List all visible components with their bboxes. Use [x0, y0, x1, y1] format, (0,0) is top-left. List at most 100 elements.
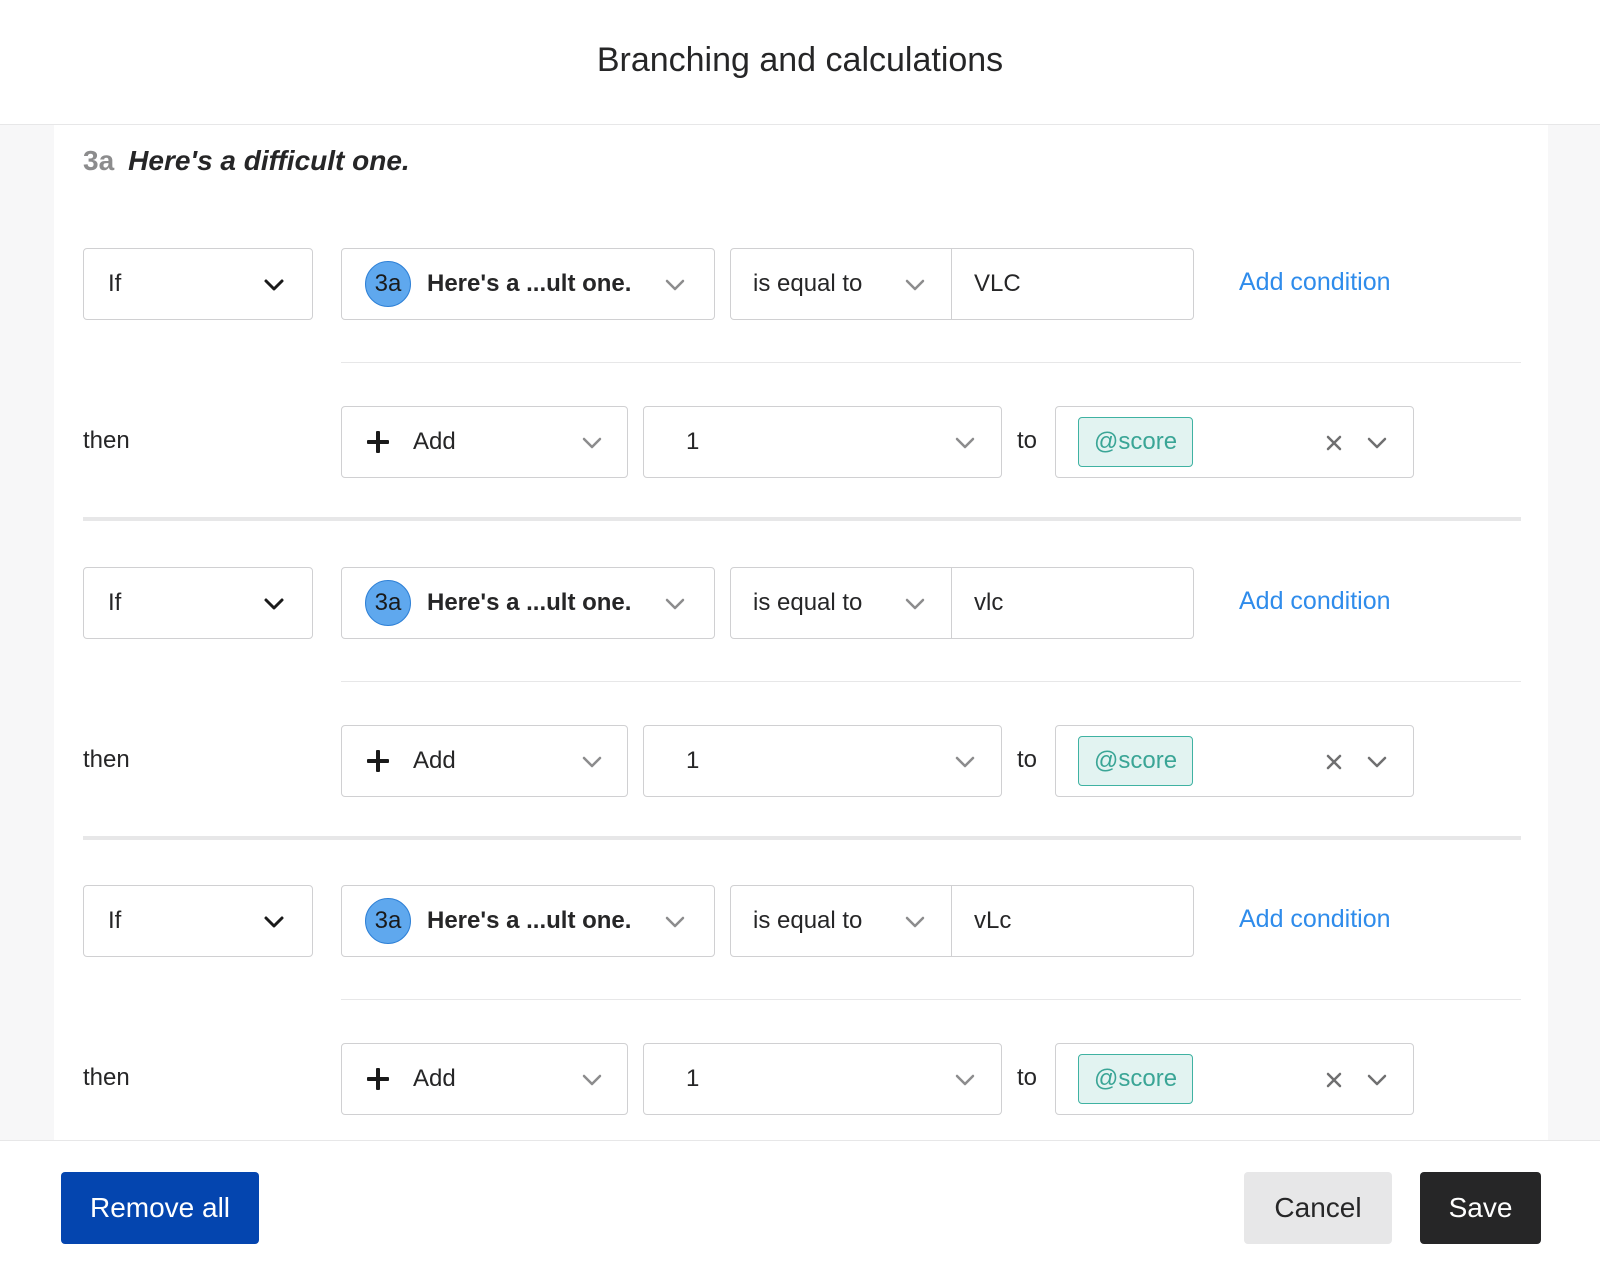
amount-select[interactable]: 1	[643, 725, 1002, 797]
then-row: then Add 1 to @score	[54, 406, 1548, 478]
question-select[interactable]: 3a Here's a ...ult one.	[341, 885, 715, 957]
question-select-label: Here's a ...ult one.	[427, 270, 632, 297]
question-badge: 3a	[365, 580, 411, 626]
amount-label: 1	[686, 1065, 700, 1092]
value-text: vLc	[974, 907, 1012, 934]
plus-icon	[367, 750, 389, 772]
modal-footer: Remove all Cancel Save	[0, 1140, 1600, 1264]
to-label: to	[1017, 1064, 1038, 1091]
chevron-down-icon	[953, 431, 977, 455]
if-row: If 3a Here's a ...ult one. is equal to v…	[54, 567, 1548, 639]
operator-label: is equal to	[753, 270, 863, 297]
question-badge: 3a	[365, 898, 411, 944]
chevron-down-icon	[953, 1068, 977, 1092]
if-select-label: If	[108, 270, 122, 297]
if-select[interactable]: If	[83, 885, 313, 957]
logic-rule: If 3a Here's a ...ult one. is equal to v…	[54, 885, 1548, 1140]
divider	[341, 681, 1521, 682]
divider	[341, 362, 1521, 363]
variable-select[interactable]: @score	[1055, 725, 1414, 797]
amount-label: 1	[686, 428, 700, 455]
amount-select[interactable]: 1	[643, 1043, 1002, 1115]
modal-header: Branching and calculations	[0, 0, 1600, 125]
chevron-down-icon	[903, 910, 927, 934]
logic-rule: If 3a Here's a ...ult one. is equal to v…	[54, 567, 1548, 840]
then-row: then Add 1 to @score	[54, 1043, 1548, 1115]
action-label: Add	[413, 428, 456, 455]
cancel-button[interactable]: Cancel	[1244, 1172, 1392, 1244]
to-label: to	[1017, 427, 1038, 454]
question-select[interactable]: 3a Here's a ...ult one.	[341, 248, 715, 320]
operator-label: is equal to	[753, 907, 863, 934]
question-select-label: Here's a ...ult one.	[427, 907, 632, 934]
plus-icon	[367, 431, 389, 453]
then-row: then Add 1 to @score	[54, 725, 1548, 797]
chevron-down-icon	[580, 431, 604, 455]
modal-body[interactable]: 3a Here's a difficult one. If 3a Here's …	[0, 125, 1600, 1140]
chevron-down-icon	[663, 592, 687, 616]
if-select-label: If	[108, 589, 122, 616]
remove-all-button[interactable]: Remove all	[61, 1172, 259, 1244]
chevron-down-icon	[580, 1068, 604, 1092]
chevron-down-icon	[663, 910, 687, 934]
save-button[interactable]: Save	[1420, 1172, 1541, 1244]
value-input[interactable]: vlc	[951, 567, 1194, 639]
chevron-down-icon	[262, 910, 286, 934]
if-row: If 3a Here's a ...ult one. is equal to V…	[54, 248, 1548, 320]
then-label: then	[83, 427, 130, 454]
chevron-down-icon	[953, 750, 977, 774]
if-select[interactable]: If	[83, 567, 313, 639]
action-select[interactable]: Add	[341, 1043, 628, 1115]
action-select[interactable]: Add	[341, 406, 628, 478]
close-icon[interactable]	[1324, 433, 1344, 453]
question-title: Here's a difficult one.	[128, 145, 410, 176]
operator-label: is equal to	[753, 589, 863, 616]
close-icon[interactable]	[1324, 1070, 1344, 1090]
operator-select[interactable]: is equal to	[730, 567, 952, 639]
variable-chip: @score	[1078, 417, 1194, 467]
add-condition-link[interactable]: Add condition	[1239, 587, 1391, 616]
operator-select[interactable]: is equal to	[730, 885, 952, 957]
divider	[341, 999, 1521, 1000]
chevron-down-icon	[903, 273, 927, 297]
chevron-down-icon	[1365, 431, 1389, 455]
variable-select[interactable]: @score	[1055, 1043, 1414, 1115]
close-icon[interactable]	[1324, 752, 1344, 772]
question-heading: 3a Here's a difficult one.	[83, 145, 410, 177]
chevron-down-icon	[1365, 1068, 1389, 1092]
action-label: Add	[413, 1065, 456, 1092]
question-select[interactable]: 3a Here's a ...ult one.	[341, 567, 715, 639]
question-select-label: Here's a ...ult one.	[427, 589, 632, 616]
chevron-down-icon	[1365, 750, 1389, 774]
add-condition-link[interactable]: Add condition	[1239, 268, 1391, 297]
if-select-label: If	[108, 907, 122, 934]
chevron-down-icon	[262, 592, 286, 616]
value-text: vlc	[974, 589, 1004, 616]
chevron-down-icon	[580, 750, 604, 774]
amount-label: 1	[686, 747, 700, 774]
rule-divider	[83, 517, 1521, 521]
action-label: Add	[413, 747, 456, 774]
logic-rule: If 3a Here's a ...ult one. is equal to V…	[54, 248, 1548, 521]
then-label: then	[83, 1064, 130, 1091]
action-select[interactable]: Add	[341, 725, 628, 797]
chevron-down-icon	[903, 592, 927, 616]
logic-card: 3a Here's a difficult one. If 3a Here's …	[54, 125, 1548, 1140]
question-ref: 3a	[83, 145, 115, 176]
operator-select[interactable]: is equal to	[730, 248, 952, 320]
plus-icon	[367, 1068, 389, 1090]
rule-divider	[83, 836, 1521, 840]
to-label: to	[1017, 746, 1038, 773]
chevron-down-icon	[663, 273, 687, 297]
if-row: If 3a Here's a ...ult one. is equal to v…	[54, 885, 1548, 957]
add-condition-link[interactable]: Add condition	[1239, 905, 1391, 934]
value-input[interactable]: VLC	[951, 248, 1194, 320]
if-select[interactable]: If	[83, 248, 313, 320]
question-badge: 3a	[365, 261, 411, 307]
variable-chip: @score	[1078, 1054, 1194, 1104]
variable-chip: @score	[1078, 736, 1194, 786]
variable-select[interactable]: @score	[1055, 406, 1414, 478]
value-input[interactable]: vLc	[951, 885, 1194, 957]
amount-select[interactable]: 1	[643, 406, 1002, 478]
modal-title: Branching and calculations	[596, 40, 1004, 79]
